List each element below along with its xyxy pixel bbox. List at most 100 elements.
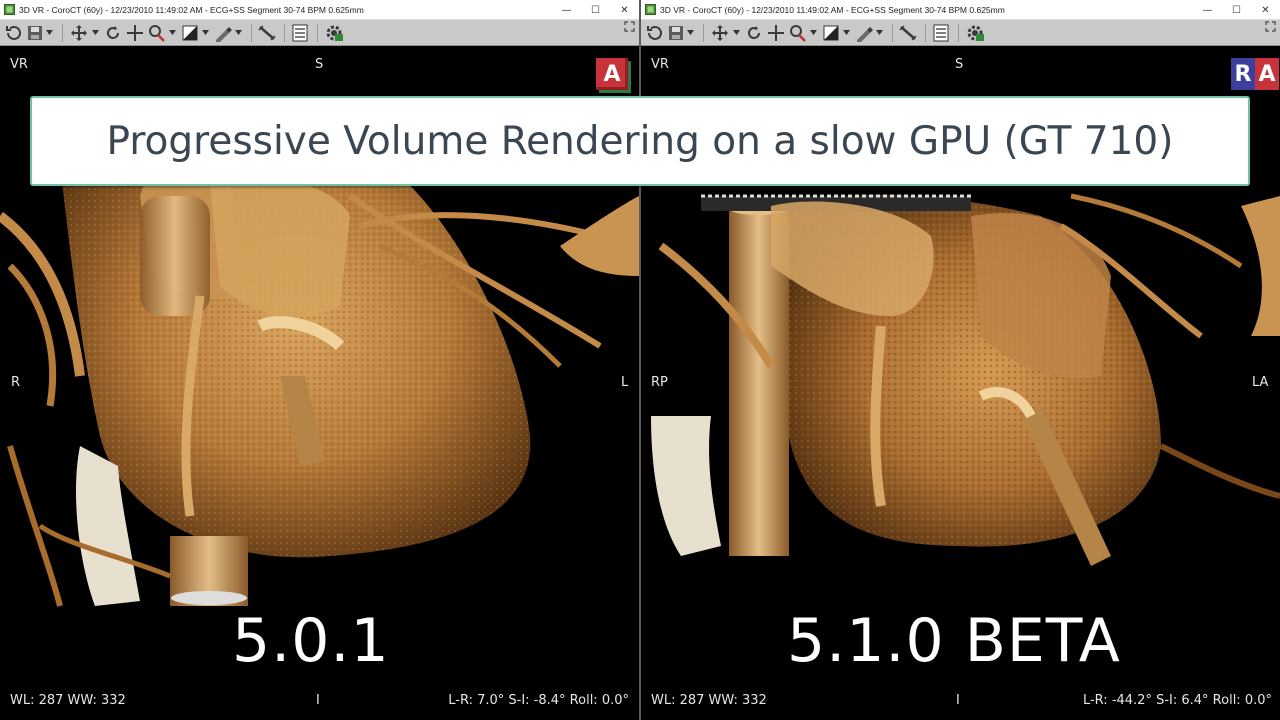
render-mode-label: VR [651,57,669,72]
rotate-tool-button[interactable] [744,22,764,44]
save-icon [28,25,42,40]
reset-button[interactable] [4,22,24,44]
viewer-toolbar [0,20,639,46]
measure-tool-button[interactable] [257,22,277,44]
layout-icon [933,24,949,41]
expand-icon[interactable] [624,21,635,32]
orientation-top-label: S [955,57,964,72]
move-tool-button[interactable] [766,22,786,44]
cube-face: A [1255,58,1279,90]
close-button[interactable]: ✕ [610,0,639,20]
viewer-toolbar [641,20,1280,46]
toolbar-separator [62,23,63,42]
window-controls: — ☐ ✕ [552,0,639,20]
toolbar-separator [925,23,926,42]
rotate-tool-button[interactable] [103,22,123,44]
chevron-down-icon [235,30,242,35]
gpu-settings-icon [326,25,343,41]
orientation-cube[interactable]: A [596,58,628,90]
measure-icon [258,24,276,41]
save-dropdown[interactable] [687,22,694,44]
orientation-top-label: S [315,57,324,72]
window-title: 3D VR - CoroCT (60y) - 12/23/2010 11:49:… [19,4,364,15]
layout-button[interactable] [290,22,310,44]
window-level-dropdown[interactable] [843,22,850,44]
version-label: 5.1.0 BETA [787,606,1121,676]
cube-face: R [1231,58,1255,90]
zoom-dropdown[interactable] [169,22,176,44]
reset-button[interactable] [645,22,665,44]
window-level-readout: WL: 287 WW: 332 [651,693,767,708]
app-icon [4,4,15,15]
window-level-icon [182,25,198,40]
measure-tool-button[interactable] [898,22,918,44]
window-title: 3D VR - CoroCT (60y) - 12/23/2010 11:49:… [660,4,1005,15]
sculpt-icon [216,26,232,42]
sculpt-tool-button[interactable] [854,22,874,44]
close-button[interactable]: ✕ [1251,0,1280,20]
minimize-button[interactable]: — [552,0,581,20]
orientation-right-label: L [621,375,629,390]
orientation-cube[interactable]: R A [1231,58,1279,90]
chevron-down-icon [92,30,99,35]
save-button[interactable] [667,22,685,44]
orientation-bottom-label: I [956,693,960,708]
pan-dropdown[interactable] [92,22,99,44]
sculpt-tool-button[interactable] [213,22,233,44]
layout-button[interactable] [931,22,951,44]
gpu-settings-button[interactable] [323,22,345,44]
gpu-settings-icon [967,25,984,41]
sculpt-icon [857,26,873,42]
layout-icon [292,24,308,41]
app-icon [645,4,656,15]
zoom-dropdown[interactable] [810,22,817,44]
maximize-button[interactable]: ☐ [1222,0,1251,20]
move-tool-button[interactable] [125,22,145,44]
zoom-icon [790,24,806,42]
chevron-down-icon [687,30,694,35]
save-dropdown[interactable] [46,22,53,44]
toolbar-separator [284,23,285,42]
toolbar-separator [958,23,959,42]
rotate-icon [748,25,760,39]
rotation-readout: L-R: 7.0° S-I: -8.4° Roll: 0.0° [448,693,629,708]
orientation-right-label: LA [1252,375,1269,390]
pan-tool-button[interactable] [68,22,90,44]
sculpt-dropdown[interactable] [235,22,242,44]
window-level-button[interactable] [821,22,841,44]
caption-text: Progressive Volume Rendering on a slow G… [106,118,1174,164]
chevron-down-icon [810,30,817,35]
pan-dropdown[interactable] [733,22,740,44]
orientation-left-label: R [11,375,21,390]
zoom-icon [149,24,165,42]
reset-icon [6,25,21,40]
expand-icon[interactable] [1265,21,1276,32]
version-label: 5.0.1 [232,606,390,676]
toolbar-separator [703,23,704,42]
window-titlebar: 3D VR - CoroCT (60y) - 12/23/2010 11:49:… [0,0,639,20]
rotation-readout: L-R: -44.2° S-I: 6.4° Roll: 0.0° [1082,693,1272,708]
sculpt-dropdown[interactable] [876,22,883,44]
caption-banner: Progressive Volume Rendering on a slow G… [30,96,1250,186]
window-titlebar: 3D VR - CoroCT (60y) - 12/23/2010 11:49:… [641,0,1280,20]
window-level-dropdown[interactable] [202,22,209,44]
save-button[interactable] [26,22,44,44]
maximize-button[interactable]: ☐ [581,0,610,20]
zoom-tool-button[interactable] [147,22,167,44]
toolbar-separator [251,23,252,42]
zoom-tool-button[interactable] [788,22,808,44]
rotate-icon [107,25,119,39]
chevron-down-icon [169,30,176,35]
chevron-down-icon [202,30,209,35]
pan-icon [712,24,728,41]
chevron-down-icon [843,30,850,35]
pan-icon [71,24,87,41]
save-icon [669,25,683,40]
minimize-button[interactable]: — [1193,0,1222,20]
pan-tool-button[interactable] [709,22,731,44]
orientation-left-label: RP [651,375,668,390]
render-mode-label: VR [10,57,28,72]
app-screen: 3D VR - CoroCT (60y) - 12/23/2010 11:49:… [0,0,1280,720]
gpu-settings-button[interactable] [964,22,986,44]
window-level-button[interactable] [180,22,200,44]
